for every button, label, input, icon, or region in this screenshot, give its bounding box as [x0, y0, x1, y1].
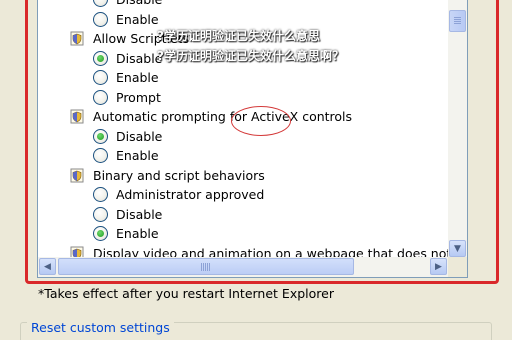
security-settings-dialog: DisableEnableAllow ScriptletsDisableEnab…: [0, 0, 512, 340]
overlay-caption-line2: ?学历证明验证已失效什么意思啊？: [157, 49, 344, 63]
restart-note: *Takes effect after you restart Internet…: [38, 286, 334, 301]
activex-annotation-circle: [231, 106, 291, 136]
reset-custom-settings-title: Reset custom settings: [27, 320, 174, 335]
overlay-caption-line1: ?学历证明验证已失效什么意思: [157, 29, 320, 43]
